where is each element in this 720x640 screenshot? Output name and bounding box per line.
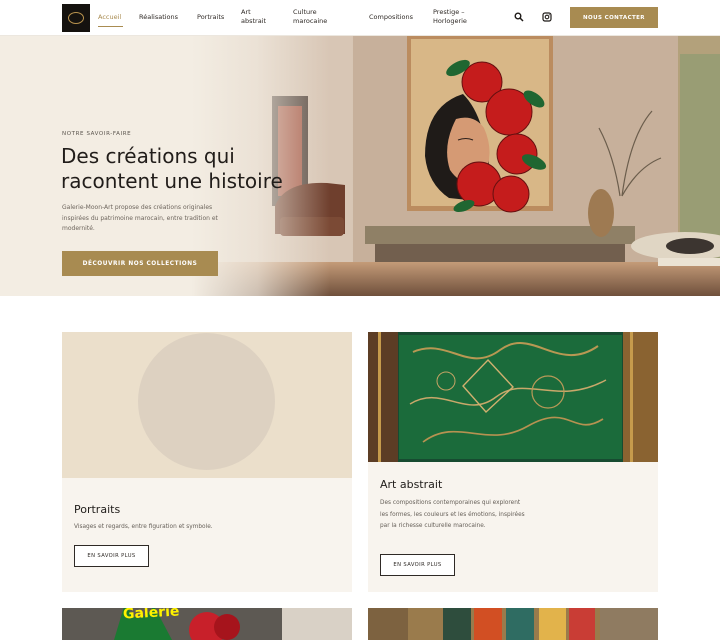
instagram-icon[interactable] (542, 12, 552, 22)
hero-title: Des créations qui racontent une histoire (61, 144, 283, 193)
contact-button[interactable]: NOUS CONTACTER (570, 7, 658, 28)
nav-item-realisations[interactable]: Réalisations (139, 13, 178, 22)
portrait-circle-shape (138, 333, 275, 470)
active-nav-underline (98, 26, 123, 27)
discover-collections-button[interactable]: DÉCOUVRIR NOS COLLECTIONS (62, 251, 218, 276)
nav-item-culture-marocaine[interactable]: Culture marocaine (293, 8, 343, 26)
art-abstrait-image (368, 332, 658, 462)
portraits-card-text: Visages et regards, entre figuration et … (74, 524, 213, 530)
search-icon[interactable] (514, 12, 524, 22)
composition-card-preview[interactable] (368, 608, 658, 640)
website-page: Accueil Réalisations Portraits Art abstr… (0, 0, 720, 640)
nav-item-compositions[interactable]: Compositions (369, 13, 413, 22)
portraits-card[interactable]: Portraits Visages et regards, entre figu… (62, 332, 352, 592)
nav-item-accueil[interactable]: Accueil (98, 13, 121, 22)
portraits-image (62, 332, 352, 478)
art-abstrait-card[interactable]: Art abstrait Des compositions contempora… (368, 332, 658, 592)
composition-card-image (368, 608, 658, 640)
hero-eyebrow: NOTRE SAVOIR-FAIRE (62, 131, 132, 137)
nav-item-prestige-horlogerie[interactable]: Prestige – Horlogerie (433, 8, 488, 26)
hero-section: NOTRE SAVOIR-FAIRE Des créations qui rac… (0, 36, 720, 296)
portraits-learn-more-button[interactable]: EN SAVOIR PLUS (74, 545, 149, 567)
nav-item-art-abstrait[interactable]: Art abstrait (241, 8, 276, 26)
logo-icon[interactable] (62, 4, 90, 32)
top-navigation: Accueil Réalisations Portraits Art abstr… (0, 0, 720, 36)
art-abstrait-card-title: Art abstrait (380, 478, 443, 491)
art-abstrait-card-text: Des compositions contemporaines qui expl… (380, 500, 525, 529)
culture-card-preview[interactable]: Galerie (62, 608, 352, 640)
hero-description: Galerie-Moon-Art propose des créations o… (62, 204, 218, 232)
nav-item-portraits[interactable]: Portraits (197, 13, 224, 22)
moon-logo-mark (68, 12, 84, 24)
culture-card-image (62, 608, 352, 640)
art-abstrait-learn-more-button[interactable]: EN SAVOIR PLUS (380, 554, 455, 576)
portraits-card-title: Portraits (74, 503, 121, 516)
